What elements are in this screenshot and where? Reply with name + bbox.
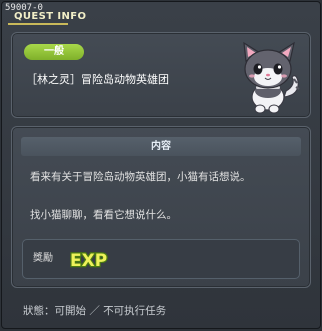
exp-icon-text: EXP: [70, 251, 107, 270]
quest-status: 狀態：可開始 ／ 不可执行任务: [23, 305, 167, 317]
quest-content-panel: 内容 看来有关于冒险岛动物英雄团，小猫有话想说。 找小猫聊聊，看看它想说什么。 …: [11, 126, 311, 288]
quest-info-window: 59007-0 QUEST INFO 一般 ［林之灵］冒险岛动物英雄团 内容 看…: [1, 1, 321, 329]
reward-label: 獎勵: [33, 253, 53, 264]
quest-name: ［林之灵］冒险岛动物英雄团: [26, 73, 169, 86]
content-section-header: 内容: [21, 137, 301, 156]
quest-description-line: 看来有关于冒险岛动物英雄团，小猫有话想说。: [30, 171, 251, 183]
window-titlebar[interactable]: 59007-0 QUEST INFO: [2, 2, 320, 25]
quest-description-line: 找小猫聊聊，看看它想说什么。: [30, 209, 177, 221]
window-title: QUEST INFO: [14, 11, 87, 22]
exp-icon: EXP: [69, 250, 109, 270]
reward-box: 獎勵 EXP: [22, 239, 300, 279]
quest-category-badge: 一般: [24, 44, 84, 60]
quest-summary-panel: 一般 ［林之灵］冒险岛动物英雄团: [11, 32, 311, 118]
title-underline: [8, 23, 68, 25]
cat-npc-icon: [243, 41, 300, 114]
